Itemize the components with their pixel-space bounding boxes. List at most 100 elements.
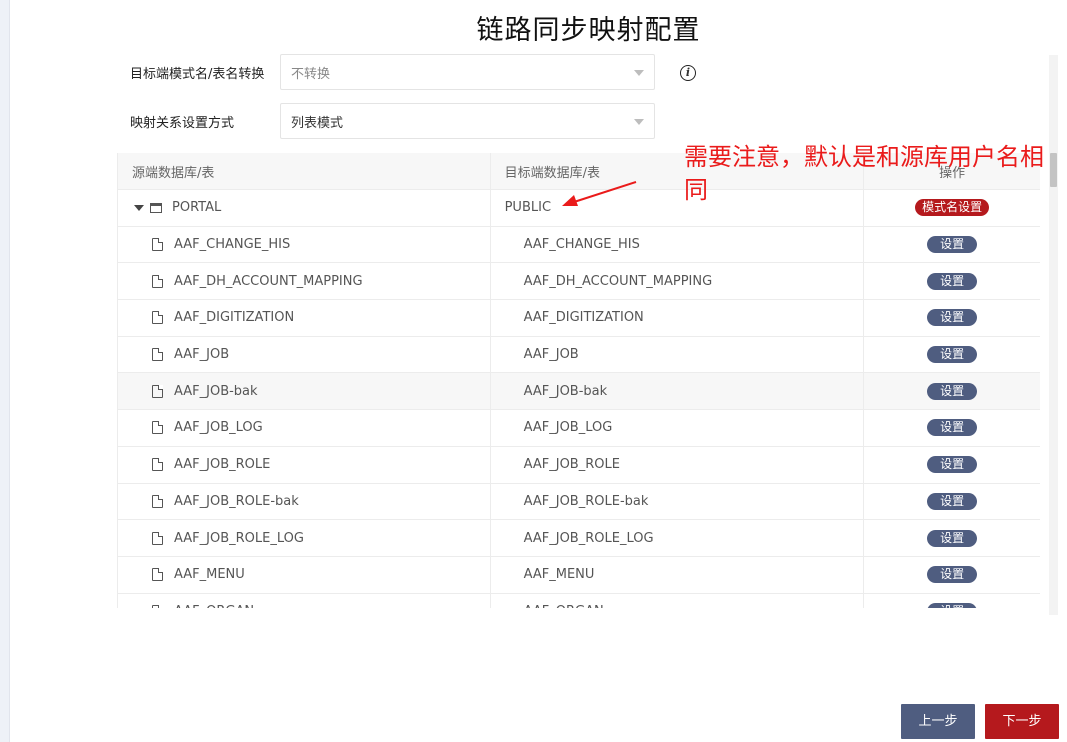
- source-table-name: AAF_MENU: [174, 567, 245, 583]
- source-table-name: AAF_ORGAN: [174, 604, 254, 608]
- target-cell: AAF_MENU: [491, 556, 865, 593]
- scrollbar-thumb[interactable]: [1050, 153, 1057, 187]
- target-cell: AAF_DH_ACCOUNT_MAPPING: [491, 263, 865, 300]
- source-table-name: AAF_DH_ACCOUNT_MAPPING: [174, 273, 363, 289]
- file-icon: [152, 494, 163, 508]
- row-setting-button[interactable]: 设置: [927, 566, 978, 584]
- action-cell: 设置: [864, 447, 1040, 483]
- target-table-name[interactable]: AAF_DH_ACCOUNT_MAPPING: [524, 274, 713, 289]
- mapping-mode-label: 映射关系设置方式: [130, 115, 235, 131]
- schema-convert-row: 目标端模式名/表名转换 不转换: [130, 54, 655, 90]
- row-setting-button[interactable]: 设置: [927, 602, 978, 608]
- target-table-name[interactable]: AAF_JOB_LOG: [524, 420, 613, 435]
- target-cell: AAF_ORGAN: [491, 593, 865, 608]
- table-row: AAF_DIGITIZATION AAF_DIGITIZATION 设置: [118, 300, 1040, 337]
- action-cell: 设置: [864, 520, 1040, 556]
- file-icon: [152, 421, 163, 435]
- target-cell: AAF_JOB_LOG: [491, 410, 865, 446]
- table-row: AAF_JOB_LOG AAF_JOB_LOG 设置: [118, 410, 1040, 447]
- action-cell: 设置: [864, 373, 1040, 409]
- row-setting-button[interactable]: 设置: [927, 382, 978, 400]
- header-source: 源端数据库/表: [118, 153, 491, 189]
- target-cell: AAF_DIGITIZATION: [491, 300, 865, 336]
- target-cell: AAF_JOB_ROLE-bak: [491, 483, 865, 520]
- source-cell: AAF_DIGITIZATION: [118, 300, 491, 336]
- mapping-mode-value: 列表模式: [291, 115, 344, 131]
- file-icon: [152, 568, 163, 582]
- source-table-name: AAF_JOB: [174, 347, 230, 363]
- action-cell: 设置: [864, 337, 1040, 373]
- info-icon[interactable]: i: [680, 65, 696, 81]
- source-cell: AAF_JOB_ROLE_LOG: [118, 520, 491, 556]
- schema-convert-select[interactable]: 不转换: [280, 54, 655, 90]
- schema-convert-value: 不转换: [291, 66, 331, 82]
- source-table-name: AAF_DIGITIZATION: [174, 310, 295, 326]
- table-row: AAF_JOB AAF_JOB 设置: [118, 336, 1040, 374]
- parent-target-name[interactable]: PUBLIC: [505, 200, 551, 215]
- target-cell: AAF_JOB_ROLE_LOG: [491, 520, 865, 556]
- table-scrollbar[interactable]: [1049, 55, 1058, 615]
- row-setting-button[interactable]: 设置: [927, 529, 978, 547]
- left-panel-edge: [0, 0, 10, 742]
- row-setting-button[interactable]: 设置: [927, 236, 978, 254]
- action-cell: 设置: [864, 484, 1040, 520]
- source-cell: AAF_ORGAN: [118, 593, 491, 608]
- source-cell: AAF_JOB_ROLE-bak: [118, 483, 491, 520]
- source-table-name: AAF_JOB_ROLE: [174, 457, 271, 473]
- mapping-mode-row: 映射关系设置方式 列表模式: [130, 103, 655, 139]
- source-table-name: AAF_JOB_ROLE_LOG: [174, 530, 304, 546]
- table-row: AAF_DH_ACCOUNT_MAPPING AAF_DH_ACCOUNT_MAP…: [118, 263, 1040, 301]
- target-cell: AAF_CHANGE_HIS: [491, 226, 865, 263]
- target-table-name[interactable]: AAF_JOB-bak: [524, 384, 608, 399]
- file-icon: [152, 348, 163, 362]
- parent-source-cell: PORTAL: [118, 190, 491, 226]
- expand-caret-icon[interactable]: [134, 204, 144, 211]
- page-title: 链路同步映射配置: [476, 15, 701, 46]
- row-setting-button[interactable]: 设置: [927, 309, 978, 327]
- target-table-name[interactable]: AAF_MENU: [524, 567, 595, 582]
- chevron-down-icon: [634, 70, 644, 76]
- target-table-name[interactable]: AAF_JOB_ROLE-bak: [524, 494, 649, 509]
- target-table-name[interactable]: AAF_JOB_ROLE_LOG: [524, 531, 654, 546]
- action-cell: 设置: [864, 227, 1040, 263]
- table-row: AAF_JOB_ROLE AAF_JOB_ROLE 设置: [118, 446, 1040, 484]
- mapping-mode-select[interactable]: 列表模式: [280, 103, 655, 139]
- source-table-name: AAF_CHANGE_HIS: [174, 237, 291, 253]
- table-row: AAF_JOB-bak AAF_JOB-bak 设置: [118, 373, 1040, 411]
- row-setting-button[interactable]: 设置: [927, 346, 978, 364]
- database-icon: [150, 202, 162, 213]
- action-cell: 设置: [864, 557, 1040, 593]
- table-row: AAF_CHANGE_HIS AAF_CHANGE_HIS 设置: [118, 226, 1040, 264]
- target-table-name[interactable]: AAF_JOB_ROLE: [524, 457, 620, 472]
- chevron-down-icon: [634, 119, 644, 125]
- target-table-name[interactable]: AAF_CHANGE_HIS: [524, 237, 640, 252]
- table-row: AAF_ORGAN AAF_ORGAN 设置: [118, 593, 1040, 608]
- parent-source-name: PORTAL: [172, 200, 222, 216]
- source-cell: AAF_JOB-bak: [118, 373, 491, 410]
- file-icon: [152, 604, 163, 608]
- next-step-button[interactable]: 下一步: [985, 704, 1059, 739]
- target-cell: AAF_JOB-bak: [491, 373, 865, 410]
- target-table-name[interactable]: AAF_DIGITIZATION: [524, 310, 644, 325]
- table-row: AAF_JOB_ROLE_LOG AAF_JOB_ROLE_LOG 设置: [118, 520, 1040, 557]
- action-cell: 设置: [864, 410, 1040, 446]
- source-cell: AAF_CHANGE_HIS: [118, 226, 491, 263]
- source-cell: AAF_JOB: [118, 336, 491, 373]
- row-setting-button[interactable]: 设置: [927, 272, 978, 290]
- row-setting-button[interactable]: 设置: [927, 419, 978, 437]
- table-row: AAF_JOB_ROLE-bak AAF_JOB_ROLE-bak 设置: [118, 483, 1040, 521]
- file-icon: [152, 238, 163, 252]
- row-setting-button[interactable]: 设置: [927, 492, 978, 510]
- source-table-name: AAF_JOB_ROLE-bak: [174, 493, 299, 509]
- file-icon: [152, 384, 163, 398]
- prev-step-button[interactable]: 上一步: [901, 704, 975, 739]
- target-table-name[interactable]: AAF_JOB: [524, 347, 579, 362]
- source-table-name: AAF_JOB_LOG: [174, 420, 263, 436]
- action-cell: 设置: [864, 594, 1040, 608]
- row-setting-button[interactable]: 设置: [927, 456, 978, 474]
- file-icon: [152, 531, 163, 545]
- source-cell: AAF_JOB_LOG: [118, 410, 491, 446]
- target-table-name[interactable]: AAF_ORGAN: [524, 604, 604, 608]
- annotation-arrow-icon: [562, 181, 637, 206]
- target-cell: AAF_JOB_ROLE: [491, 446, 865, 483]
